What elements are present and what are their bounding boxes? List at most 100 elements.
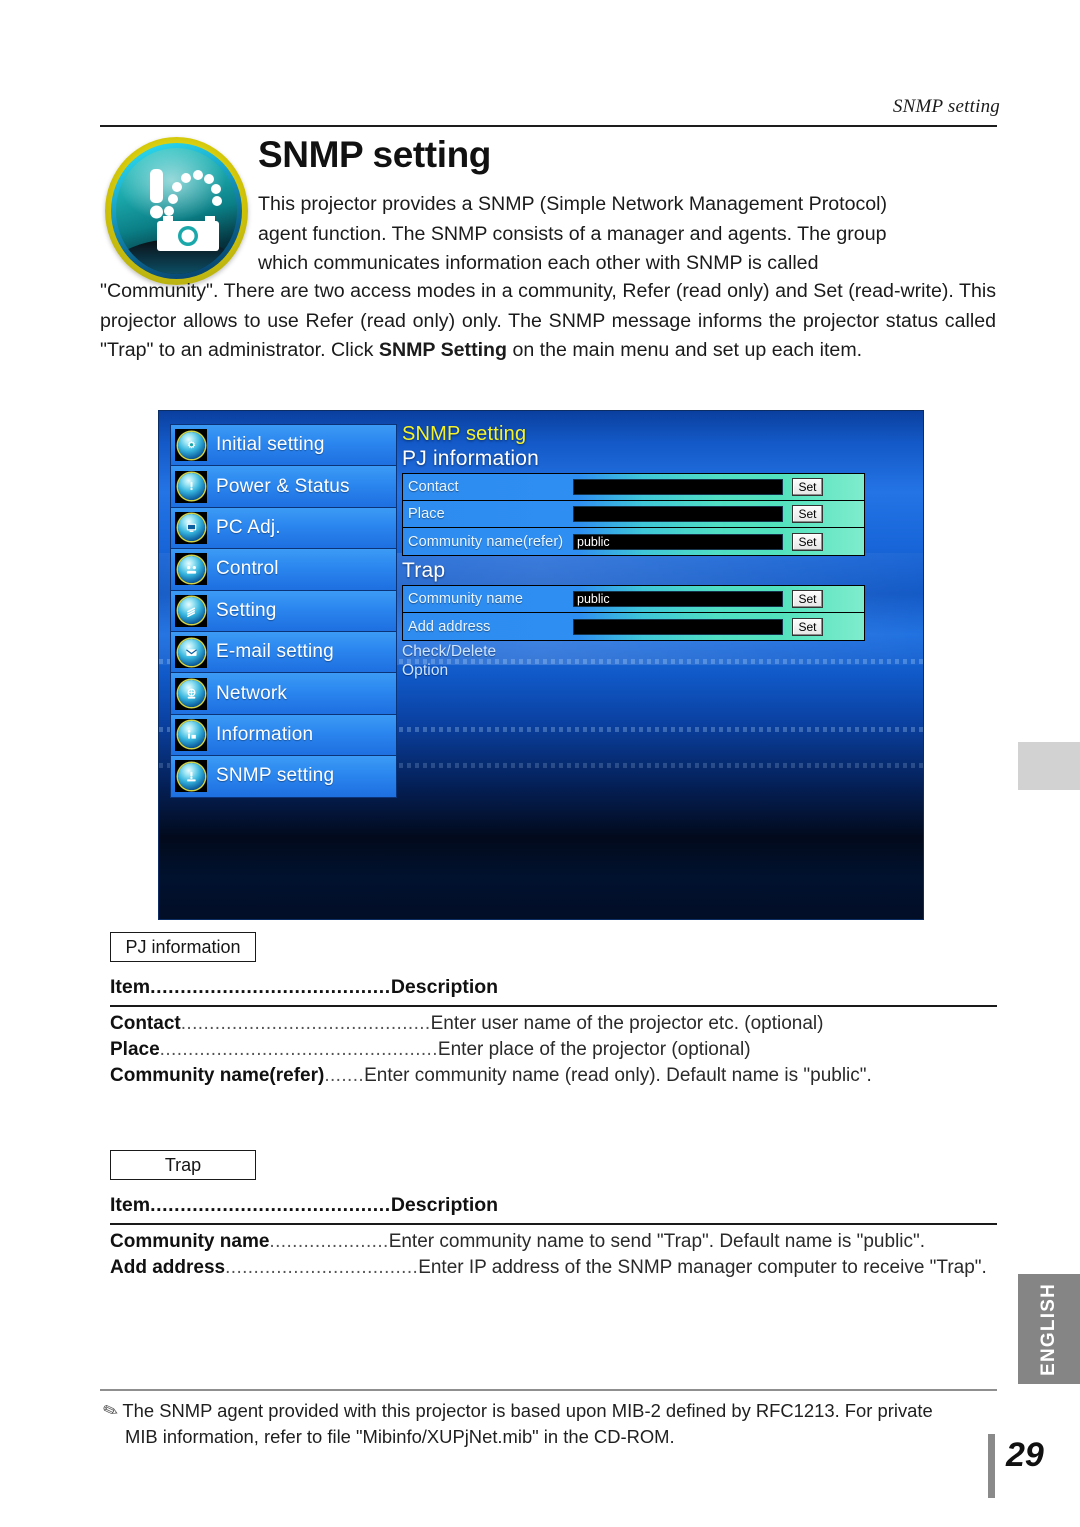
set-button[interactable]: Set	[792, 617, 823, 636]
page-number: 29	[1006, 1436, 1044, 1474]
header-item: Item	[110, 1194, 151, 1216]
table-row: Contact Set	[403, 474, 864, 501]
set-button[interactable]: Set	[792, 478, 823, 496]
pj-table-row-community-name-refer: Community name(refer).......Enter commun…	[110, 1063, 872, 1089]
row-label: Community name	[408, 591, 524, 607]
page-title: SNMP setting	[258, 134, 491, 175]
table-row: Add address Set	[403, 613, 864, 640]
pj-information-tag: PJ information	[110, 932, 256, 962]
row-label: Contact	[408, 479, 459, 495]
sliders-icon	[175, 594, 207, 627]
info-icon	[175, 718, 207, 751]
control-icon	[175, 553, 207, 586]
table-row: Community name public Set	[403, 586, 864, 613]
page-number-bar	[988, 1434, 995, 1498]
trap-community-name-input[interactable]: public	[573, 591, 783, 607]
sidebar-item-label: Power & Status	[216, 475, 350, 497]
set-button[interactable]: Set	[792, 590, 823, 608]
pj-table-row-contact: Contact.................................…	[110, 1011, 823, 1037]
sidebar-item-label: Control	[216, 558, 279, 580]
language-tab: ENGLISH	[1018, 1274, 1080, 1384]
intro-rest-b: on the main menu and set up each item.	[507, 339, 863, 361]
row-item: Add address	[110, 1257, 226, 1278]
sidebar-item-label: Setting	[216, 599, 277, 621]
sidebar-item-label: Information	[216, 723, 314, 745]
pj-information-table: Contact Set Place Set Community name(ref…	[402, 473, 865, 556]
trap-table-row-community-name: Community name.....................Enter…	[110, 1229, 925, 1255]
row-dots: .....................	[269, 1231, 389, 1252]
row-description: Enter community name to send "Trap". Def…	[388, 1231, 926, 1252]
set-button[interactable]: Set	[792, 532, 823, 551]
footnote: ✎The SNMP agent provided with this proje…	[100, 1398, 1003, 1450]
pj-table-row-place: Place...................................…	[110, 1037, 751, 1063]
intro-line-2: agent function. The SNMP consists of a m…	[258, 222, 887, 245]
badge-projector-glyph	[150, 169, 222, 251]
monitor-icon	[175, 511, 207, 544]
row-description: Enter user name of the projector etc. (o…	[430, 1013, 824, 1034]
sidebar-item-label: PC Adj.	[216, 516, 281, 538]
row-dots: .......	[324, 1065, 365, 1086]
sidebar-item-setting[interactable]: Setting	[170, 589, 397, 632]
snmp-icon	[175, 760, 207, 793]
sidebar-item-information[interactable]: Information	[170, 713, 397, 757]
row-label: Add address	[408, 618, 491, 635]
row-description: Enter IP address of the SNMP manager com…	[418, 1257, 987, 1278]
row-label: Place	[408, 506, 445, 522]
community-name-refer-input[interactable]: public	[573, 533, 783, 550]
trap-table-rule	[110, 1223, 997, 1226]
intro-paragraph: This projector provides a SNMP (Simple N…	[100, 190, 996, 361]
sidebar-item-snmp-setting[interactable]: SNMP setting	[170, 755, 397, 798]
sidebar-item-power-status[interactable]: Power & Status	[170, 465, 397, 508]
section-badge-icon	[105, 137, 248, 285]
sidebar-item-label: SNMP setting	[216, 765, 335, 787]
pj-table-header: Item....................................…	[110, 976, 498, 999]
envelope-icon	[175, 636, 207, 669]
sidebar-item-email-setting[interactable]: E-mail setting	[170, 630, 397, 674]
row-item: Contact	[110, 1013, 181, 1034]
footnote-line-2: MIB information, refer to file "Mibinfo/…	[125, 1426, 675, 1447]
screenshot-content-panel: SNMP setting PJ information Contact Set …	[402, 423, 915, 680]
intro-line-3: which communicates information each othe…	[258, 252, 819, 274]
sidebar-item-pc-adj[interactable]: PC Adj.	[170, 506, 397, 550]
sidebar-item-initial-setting[interactable]: Initial setting	[170, 424, 397, 467]
row-description: Enter place of the projector (optional)	[437, 1039, 751, 1060]
section-heading-pj-information: PJ information	[402, 447, 540, 470]
row-dots: ........................................…	[180, 1013, 431, 1034]
sidebar-item-control[interactable]: Control	[170, 548, 397, 591]
screenshot-sidebar: Initial setting Power & Status PC Adj. C…	[170, 424, 397, 798]
language-tab-label: ENGLISH	[1038, 1282, 1059, 1376]
row-item: Community name(refer)	[110, 1065, 325, 1086]
trap-table-row-add-address: Add address.............................…	[110, 1255, 987, 1281]
footnote-rule	[100, 1389, 997, 1392]
add-address-input[interactable]	[573, 618, 783, 635]
option-link[interactable]: Option	[402, 661, 915, 680]
check-delete-link[interactable]: Check/Delete	[402, 642, 915, 661]
row-item: Community name	[110, 1231, 270, 1252]
contact-input[interactable]	[573, 479, 783, 495]
trap-tag: Trap	[110, 1150, 256, 1180]
sidebar-item-label: E-mail setting	[216, 641, 334, 663]
sidebar-item-label: Network	[216, 682, 288, 704]
header-description: Description	[390, 1194, 499, 1216]
table-row: Community name(refer) public Set	[403, 528, 864, 555]
table-row: Place Set	[403, 501, 864, 528]
set-button[interactable]: Set	[792, 505, 823, 523]
row-dots: ..................................	[225, 1257, 419, 1278]
place-input[interactable]	[573, 506, 783, 522]
trap-table-header: Item....................................…	[110, 1194, 498, 1217]
power-status-icon	[175, 470, 207, 503]
pj-table-rule	[110, 1005, 997, 1008]
header-dots: ........................................	[150, 1194, 391, 1216]
sidebar-item-label: Initial setting	[216, 434, 325, 456]
gear-sun-icon	[175, 429, 207, 462]
sidebar-item-network[interactable]: Network	[170, 672, 397, 715]
pencil-icon: ✎	[99, 1398, 122, 1424]
section-heading-trap: Trap	[402, 559, 446, 582]
row-dots: ........................................…	[159, 1039, 438, 1060]
running-head-rule	[100, 125, 997, 127]
network-icon	[175, 677, 207, 710]
header-item: Item	[110, 976, 151, 998]
projector-web-ui-screenshot: Initial setting Power & Status PC Adj. C…	[158, 410, 924, 920]
row-item: Place	[110, 1039, 160, 1060]
header-dots: ........................................	[150, 976, 391, 998]
